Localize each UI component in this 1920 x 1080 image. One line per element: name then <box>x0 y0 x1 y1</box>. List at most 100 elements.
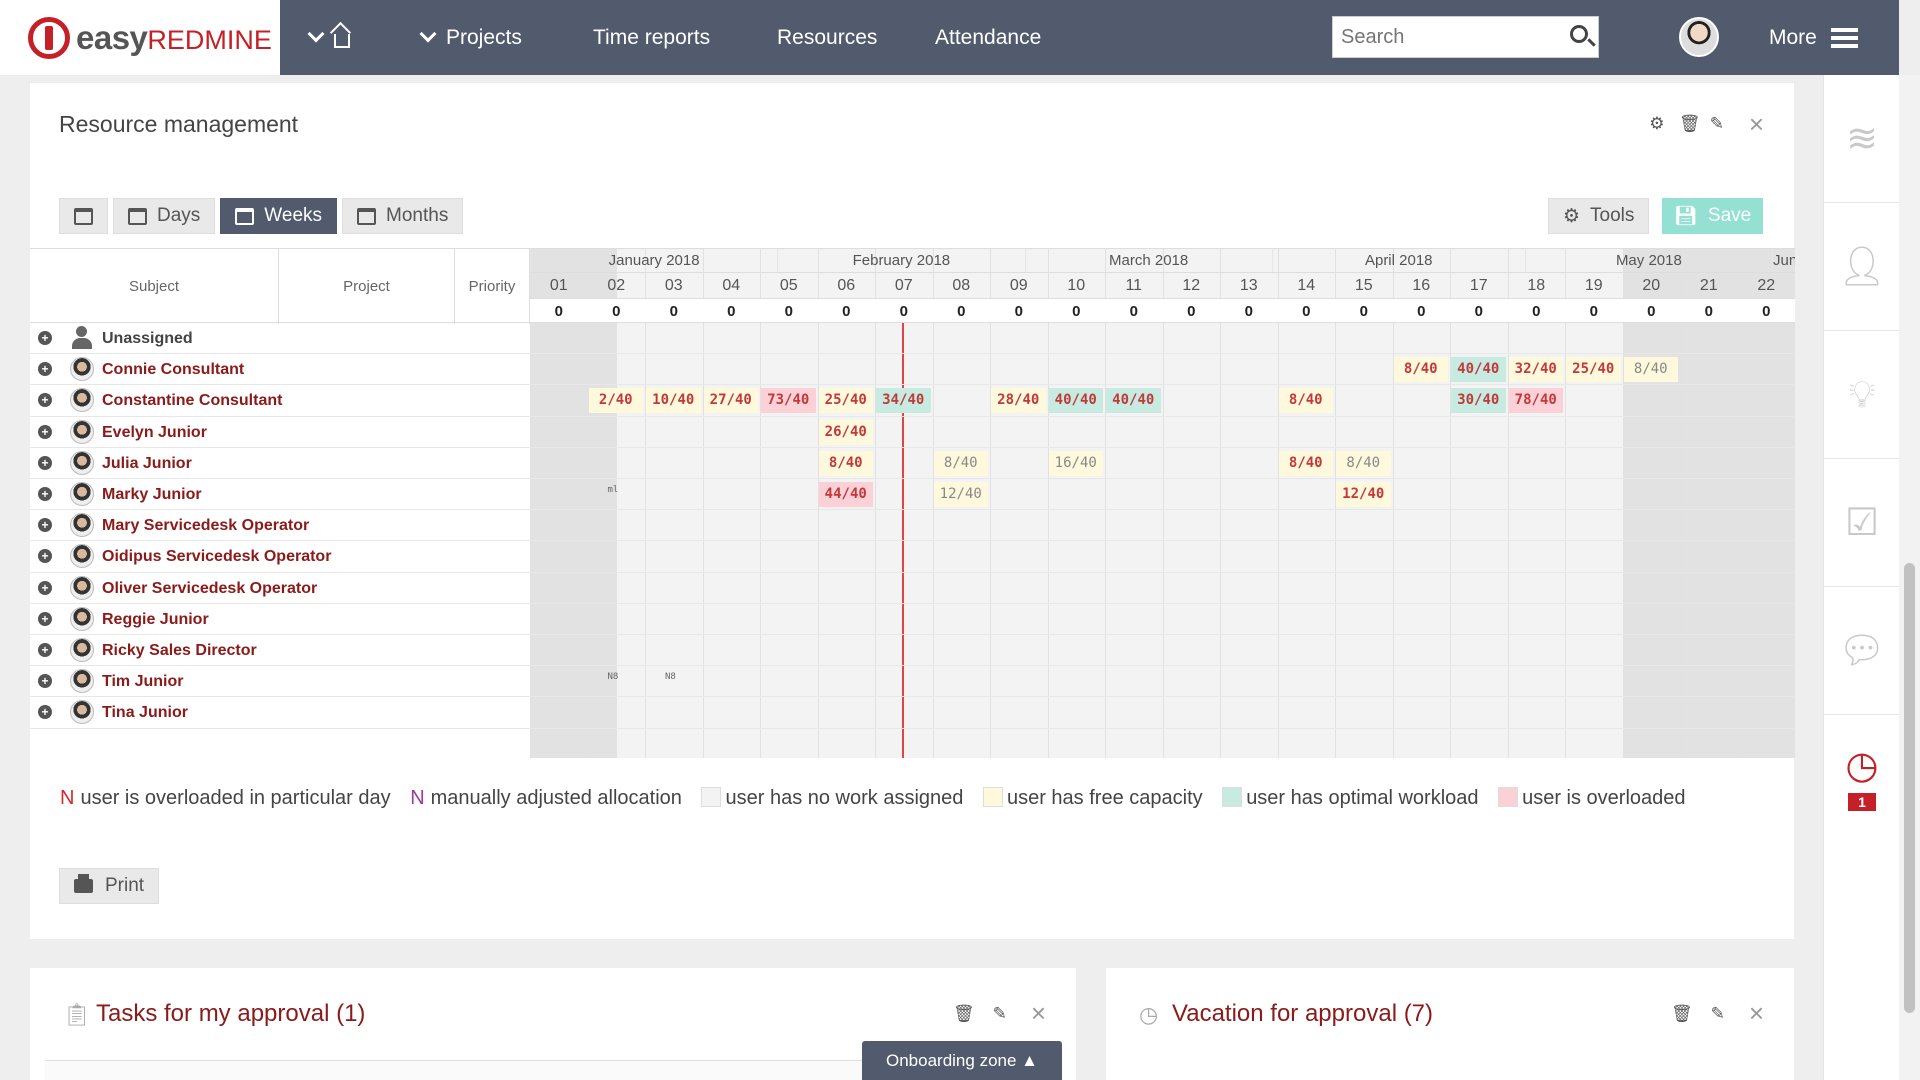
allocation-cell[interactable]: 25/40 <box>818 388 873 414</box>
user-name[interactable]: Tim Junior <box>102 666 184 697</box>
allocation-cell[interactable]: 16/40 <box>1048 450 1103 476</box>
weeks-button[interactable]: Weeks <box>220 198 338 234</box>
chat-icon: 💬︎ <box>1837 629 1887 672</box>
week-total: 0 <box>702 298 760 323</box>
close-icon[interactable]: × <box>1749 111 1764 137</box>
expand-icon[interactable]: + <box>38 393 52 408</box>
sidebar-activity[interactable]: ≋ <box>1824 75 1900 203</box>
user-name[interactable]: Julia Junior <box>102 448 192 479</box>
user-name[interactable]: Mary Servicedesk Operator <box>102 510 309 541</box>
logo[interactable]: easyREDMINE <box>0 0 280 75</box>
lightbulb-icon: 💡︎ <box>1848 373 1876 416</box>
expand-icon[interactable]: + <box>38 331 52 345</box>
allocation-cell[interactable]: 27/40 <box>703 388 758 414</box>
expand-icon[interactable]: + <box>38 643 52 657</box>
sidebar-ideas[interactable]: 💡︎ <box>1824 331 1900 459</box>
print-button[interactable]: Print <box>59 868 160 904</box>
trash-icon[interactable]: 🗑︎ <box>1679 114 1701 134</box>
expand-icon[interactable]: + <box>38 549 52 564</box>
user-name[interactable]: Ricky Sales Director <box>102 635 257 666</box>
user-name[interactable]: Connie Consultant <box>102 354 244 385</box>
home-icon[interactable] <box>334 33 350 48</box>
allocation-cell[interactable]: 40/40 <box>1451 357 1506 383</box>
close-icon[interactable]: × <box>1749 998 1764 1029</box>
allocation-cell[interactable]: 12/40 <box>933 482 988 507</box>
search-input[interactable] <box>1341 25 1561 49</box>
main-menu-toggle[interactable] <box>307 0 350 75</box>
scrollbar-thumb[interactable] <box>1904 563 1915 1013</box>
today-button[interactable] <box>59 198 108 234</box>
allocation-cell[interactable]: 8/40 <box>818 450 873 476</box>
expand-icon[interactable]: + <box>38 455 52 470</box>
user-avatar[interactable] <box>1679 17 1719 57</box>
onboarding-zone-button[interactable]: Onboarding zone ▲ <box>862 1041 1062 1080</box>
allocation-cell[interactable]: 30/40 <box>1451 388 1506 414</box>
user-name[interactable]: Reggie Junior <box>102 604 209 635</box>
column-priority[interactable]: Priority <box>455 249 530 324</box>
allocation-cell[interactable]: 44/40 <box>818 482 873 507</box>
expand-icon[interactable]: + <box>38 580 52 595</box>
allocation-cell[interactable]: 8/40 <box>1278 450 1333 476</box>
history-clock-icon: ◷ <box>1845 745 1879 787</box>
sidebar-users[interactable]: 👤︎ <box>1824 203 1900 331</box>
expand-icon[interactable]: + <box>38 705 52 720</box>
days-button[interactable]: Days <box>113 198 216 234</box>
allocation-cell[interactable]: 8/40 <box>933 450 988 476</box>
allocation-cell[interactable]: 28/40 <box>991 388 1046 414</box>
nav-time-reports[interactable]: Time reports <box>593 0 710 75</box>
user-name[interactable]: Oliver Servicedesk Operator <box>102 573 317 604</box>
allocation-cell[interactable]: 2/40 <box>588 388 643 414</box>
legend-swatch-no-work <box>701 787 722 807</box>
tools-button[interactable]: ⚙ Tools <box>1548 198 1650 234</box>
allocation-cell[interactable]: 32/40 <box>1508 357 1563 383</box>
expand-icon[interactable]: + <box>38 424 52 439</box>
pencil-icon[interactable]: ✎ <box>1711 1004 1725 1024</box>
expand-icon[interactable]: + <box>38 518 52 533</box>
user-row: + Oliver Servicedesk Operator <box>30 573 1794 604</box>
legend-manual-mark: N <box>410 787 425 809</box>
expand-icon[interactable]: + <box>38 611 52 626</box>
expand-icon[interactable]: + <box>38 362 52 377</box>
months-button[interactable]: Months <box>342 198 464 234</box>
allocation-cell[interactable]: 26/40 <box>818 419 873 445</box>
sidebar-tasks[interactable]: ☑ <box>1824 459 1900 587</box>
allocation-cell[interactable]: 73/40 <box>761 388 816 414</box>
allocation-cell[interactable]: 8/40 <box>1336 450 1391 476</box>
column-project[interactable]: Project <box>279 249 455 324</box>
onboarding-label: Onboarding zone ▲ <box>886 1050 1038 1070</box>
allocation-cell[interactable]: 34/40 <box>876 388 931 414</box>
nav-projects[interactable]: Projects <box>419 0 522 75</box>
trash-icon[interactable]: 🗑︎ <box>953 1004 975 1024</box>
nav-resources[interactable]: Resources <box>777 0 877 75</box>
sidebar-history[interactable]: ◷ 1 <box>1824 715 1900 843</box>
allocation-cell[interactable]: 40/40 <box>1106 388 1161 414</box>
trash-icon[interactable]: 🗑︎ <box>1671 1004 1693 1024</box>
search-icon[interactable] <box>1570 25 1588 43</box>
sidebar-chat[interactable]: 💬︎ <box>1824 587 1900 715</box>
save-button[interactable]: 💾︎ Save <box>1662 198 1763 234</box>
pencil-icon[interactable]: ✎ <box>993 1004 1007 1024</box>
user-name[interactable]: Constantine Consultant <box>102 385 282 416</box>
user-name[interactable]: Evelyn Junior <box>102 417 207 448</box>
allocation-cell[interactable]: 8/40 <box>1278 388 1333 414</box>
user-name[interactable]: Tina Junior <box>102 697 188 728</box>
user-name[interactable]: Oidipus Servicedesk Operator <box>102 541 331 572</box>
allocation-cell[interactable]: 10/40 <box>646 388 701 414</box>
allocation-cell[interactable]: 8/40 <box>1393 357 1448 383</box>
more-menu[interactable]: More <box>1769 0 1858 75</box>
pencil-icon[interactable]: ✎ <box>1709 114 1725 134</box>
expand-icon[interactable]: + <box>38 674 52 689</box>
column-subject[interactable]: Subject <box>30 249 279 324</box>
nav-attendance[interactable]: Attendance <box>935 0 1041 75</box>
allocation-cell[interactable]: 8/40 <box>1623 357 1678 383</box>
allocation-cell[interactable]: 12/40 <box>1336 482 1391 507</box>
expand-icon[interactable]: + <box>38 487 52 501</box>
allocation-cell[interactable]: 25/40 <box>1566 357 1621 383</box>
week-total: 0 <box>1507 298 1565 323</box>
close-icon[interactable]: × <box>1031 998 1046 1029</box>
user-name[interactable]: Marky Junior <box>102 479 202 510</box>
allocation-cell[interactable]: 40/40 <box>1048 388 1103 414</box>
page-scrollbar[interactable] <box>1899 75 1920 1080</box>
gear-icon[interactable]: ⚙ <box>1649 114 1665 134</box>
allocation-cell[interactable]: 78/40 <box>1508 388 1563 414</box>
